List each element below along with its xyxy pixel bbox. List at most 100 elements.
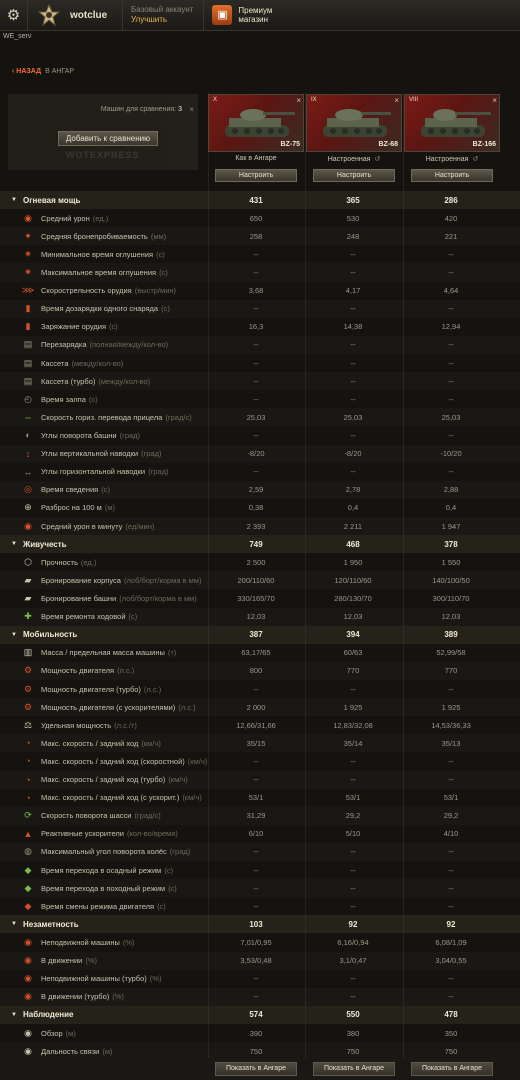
stat-value-tank-2: --: [350, 992, 356, 1002]
stat-name: Время смены режима двигателя (с): [41, 902, 221, 911]
tank-state: Настроенная ↺: [425, 156, 479, 163]
section-header-row[interactable]: ▼ Наблюдение 574 550 478: [0, 1005, 520, 1025]
tank-image[interactable]: VIII × BZ-166: [404, 94, 500, 152]
stat-value-tank-2: 530: [346, 213, 360, 223]
tank-state: Настроенная ↺: [327, 156, 381, 163]
stat-icon: ◴: [24, 393, 32, 404]
stat-value-tank-2: -8/20: [344, 449, 362, 459]
stat-unit: (лоб/борт/корма в мм): [119, 593, 197, 603]
show-in-hangar-button[interactable]: Показать в Ангаре: [411, 1062, 493, 1076]
stat-name: Время ремонта ходовой (с): [41, 612, 221, 621]
clear-compare-close-icon[interactable]: ×: [189, 105, 194, 114]
collapse-arrow-icon[interactable]: ▼: [11, 541, 21, 547]
stat-value-tank-3: 750: [444, 1046, 458, 1056]
stat-row: ⚙ Мощность двигателя (с ускорителями) (л.с…: [0, 698, 520, 716]
stat-icon: ◉: [24, 937, 32, 948]
stat-row: ◉ Средний урон в минуту (ед/мин) 2 393 2 211…: [0, 517, 520, 535]
stat-icon: ◉: [24, 520, 32, 531]
stat-value-tank-3: 2,88: [443, 485, 459, 495]
stat-value-tank-2: 365: [346, 195, 360, 205]
stat-value-tank-3: 286: [444, 195, 458, 205]
settings-gear-icon[interactable]: ⚙: [0, 0, 28, 31]
stat-value-tank-2: 550: [346, 1010, 360, 1020]
stat-icon: ◉: [24, 991, 32, 1002]
stat-value-tank-3: --: [448, 883, 454, 893]
stat-value-tank-1: 749: [249, 539, 263, 549]
stat-name: Время перехода в осадный режим (с): [41, 866, 221, 875]
section-header-row[interactable]: ▼ Огневая мощь 431 365 286: [0, 191, 520, 210]
stat-value-tank-3: 6,08/1,09: [435, 938, 467, 948]
stat-icon: ▤: [23, 357, 33, 368]
stat-label: Незаметность: [23, 919, 79, 929]
stat-unit: (град): [148, 467, 169, 477]
stat-name: Средняя бронепробиваемость (мм): [41, 232, 221, 241]
section-header-row[interactable]: ▼ Мобильность 387 394 389: [0, 625, 520, 644]
stat-row: ◉ В движении (турбо) (%) -- -- --: [0, 988, 520, 1006]
stat-unit: (град/с): [165, 412, 192, 422]
collapse-arrow-icon[interactable]: ▼: [11, 197, 21, 203]
upgrade-link[interactable]: Улучшить: [131, 15, 193, 25]
collapse-arrow-icon[interactable]: ▼: [11, 632, 21, 638]
stat-value-tank-3: --: [448, 430, 454, 440]
account-status[interactable]: Базовый аккаунт Улучшить: [122, 0, 205, 31]
username[interactable]: wotclue: [70, 10, 116, 21]
stat-value-tank-3: 420: [444, 213, 458, 223]
stat-value-tank-2: 6,16/0,94: [337, 938, 369, 948]
collapse-arrow-icon[interactable]: ▼: [11, 921, 21, 927]
stat-icon: ◔: [25, 774, 31, 785]
stat-value-tank-3: --: [448, 901, 454, 911]
stat-value-tank-2: --: [350, 394, 356, 404]
back-to-hangar-link[interactable]: ‹ НАЗАД В АНГАР: [12, 68, 74, 75]
stat-icon: ⚙: [23, 701, 33, 712]
stat-name: Время перехода в походный режим (с): [41, 884, 221, 893]
stat-name: Кассета (турбо) (между/кол-во): [41, 377, 221, 386]
stat-value-tank-2: --: [350, 775, 356, 785]
stat-label: Мобильность: [23, 630, 78, 640]
stat-label: Время дозарядки одного снаряда: [41, 304, 159, 314]
stat-value-tank-2: --: [350, 883, 356, 893]
stat-unit: (с): [156, 249, 165, 259]
stat-icon: ▰: [24, 592, 32, 603]
stat-name: Дальность связи (м): [41, 1047, 221, 1056]
add-to-compare-button[interactable]: Добавить к сравнению: [58, 131, 158, 146]
stat-unit: (с): [128, 612, 138, 622]
premium-shop-button[interactable]: ▣ Премиум магазин: [212, 5, 272, 25]
stat-icon: ▰: [24, 574, 32, 585]
section-header-row[interactable]: ▼ Живучесть 749 468 378: [0, 535, 520, 554]
stat-label: Масса / предельная масса машины: [41, 648, 165, 658]
show-in-hangar-button[interactable]: Показать в Ангаре: [215, 1062, 297, 1076]
stat-value-tank-3: 1 947: [441, 521, 461, 531]
stat-value-tank-2: --: [350, 340, 356, 350]
section-title: Незаметность: [23, 920, 223, 929]
tank-card-3: VIII × BZ-166 Настроенная ↺ Настроить: [404, 94, 500, 189]
stat-name: Скорость поворота шасси (град/с): [41, 811, 221, 820]
stat-icon: ◆: [24, 882, 32, 893]
stat-value-tank-1: --: [253, 358, 259, 368]
configure-button[interactable]: Настроить: [215, 169, 297, 182]
tank-image[interactable]: IX × BZ-68: [306, 94, 402, 152]
top-bar: ⚙ wotclue Базовый аккаунт Улучшить ▣ Пре…: [0, 0, 520, 31]
configure-button[interactable]: Настроить: [411, 169, 493, 182]
stat-value-tank-3: --: [448, 865, 454, 875]
player-emblem-icon[interactable]: [34, 0, 64, 31]
stat-value-tank-2: --: [350, 376, 356, 386]
tank-image[interactable]: X × BZ-75: [208, 94, 304, 152]
stat-row: ↕ Углы вертикальной наводки (град) -8/20 -8/…: [0, 445, 520, 463]
stat-unit: (с): [109, 322, 118, 332]
stat-value-tank-1: 2 000: [246, 702, 266, 712]
configure-button[interactable]: Настроить: [313, 169, 395, 182]
collapse-arrow-icon[interactable]: ▼: [11, 1012, 21, 1018]
stat-value-tank-1: 2,59: [248, 485, 264, 495]
stat-icon: ✦: [24, 230, 32, 241]
stat-value-tank-2: --: [350, 847, 356, 857]
reset-config-icon[interactable]: ↺: [374, 156, 380, 163]
stat-value-tank-1: --: [253, 901, 259, 911]
stat-name: Бронирование башни (лоб/борт/корма в мм): [41, 594, 221, 603]
reset-config-icon[interactable]: ↺: [472, 156, 478, 163]
show-in-hangar-button[interactable]: Показать в Ангаре: [313, 1062, 395, 1076]
stat-label: Минимальное время оглушения: [41, 249, 154, 259]
stat-label: Максимальное время оглушения: [41, 267, 157, 277]
stat-row: ◆ Время перехода в осадный режим (с) -- -- --: [0, 861, 520, 879]
section-header-row[interactable]: ▼ Незаметность 103 92 92: [0, 915, 520, 934]
stat-value-tank-3: --: [448, 992, 454, 1002]
